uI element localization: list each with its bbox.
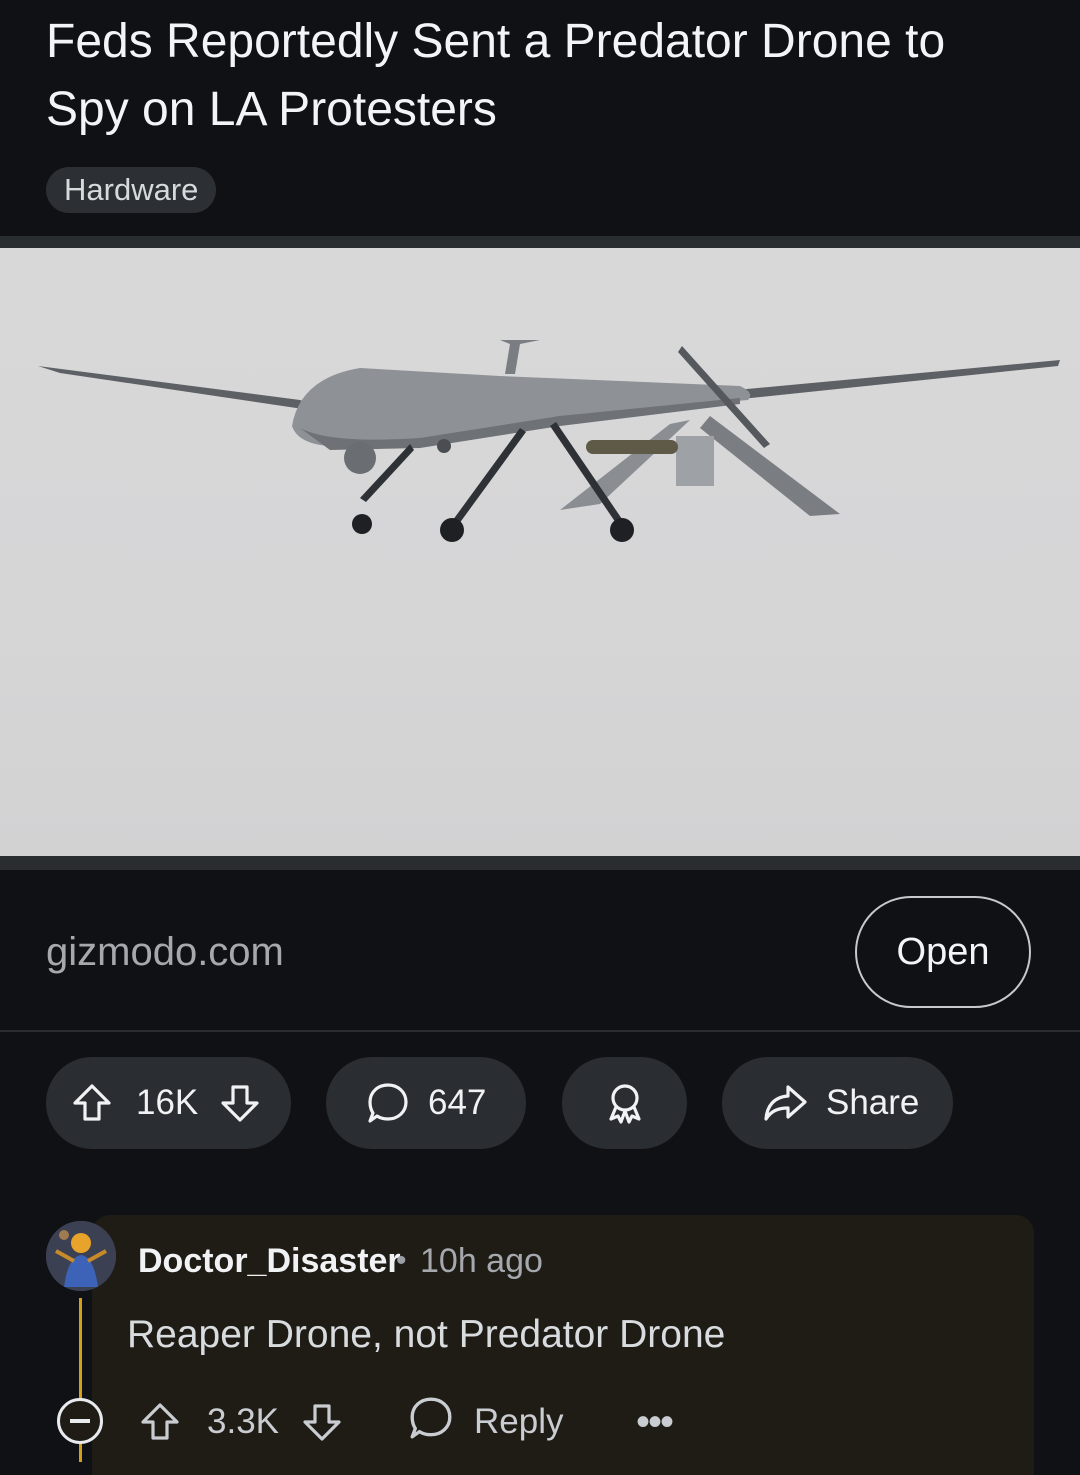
award-icon <box>603 1081 647 1125</box>
comment-icon <box>366 1081 410 1125</box>
comment-upvote-icon[interactable] <box>138 1395 182 1449</box>
downvote-icon[interactable] <box>218 1081 262 1125</box>
comment-vote-count: 3.3K <box>207 1402 279 1441</box>
reply-button[interactable]: Reply <box>408 1395 563 1449</box>
meta-separator: • <box>396 1244 407 1277</box>
media-border-bottom <box>0 856 1080 870</box>
post-title: Feds Reportedly Sent a Predator Drone to… <box>46 15 946 136</box>
comment-downvote-icon[interactable] <box>300 1395 344 1449</box>
upvote-icon[interactable] <box>70 1081 114 1125</box>
avatar[interactable] <box>46 1221 116 1291</box>
upvote-count: 16K <box>136 1083 199 1122</box>
share-icon <box>762 1081 808 1125</box>
drone-illustration <box>38 340 1060 542</box>
reply-icon <box>408 1395 454 1450</box>
reply-label: Reply <box>474 1402 564 1441</box>
section-divider <box>0 1030 1080 1032</box>
share-button[interactable]: Share <box>722 1057 953 1149</box>
share-label: Share <box>826 1083 920 1122</box>
media-border-top <box>0 236 1080 248</box>
vote-control: 16K <box>46 1057 291 1149</box>
comment-author[interactable]: Doctor_Disaster <box>138 1238 401 1284</box>
comment-body: Reaper Drone, not Predator Drone <box>127 1313 726 1356</box>
post-media-image[interactable] <box>0 248 1080 856</box>
collapse-icon[interactable] <box>57 1398 103 1444</box>
flair-badge[interactable]: Hardware <box>46 167 217 213</box>
comment-count: 647 <box>428 1083 487 1122</box>
more-icon[interactable]: ••• <box>636 1395 674 1449</box>
comments-button[interactable]: 647 <box>326 1057 526 1149</box>
link-domain[interactable]: gizmodo.com <box>46 922 284 982</box>
award-button[interactable] <box>562 1057 687 1149</box>
comment-timestamp: 10h ago <box>420 1242 543 1280</box>
open-link-button[interactable]: Open <box>855 896 1031 1008</box>
